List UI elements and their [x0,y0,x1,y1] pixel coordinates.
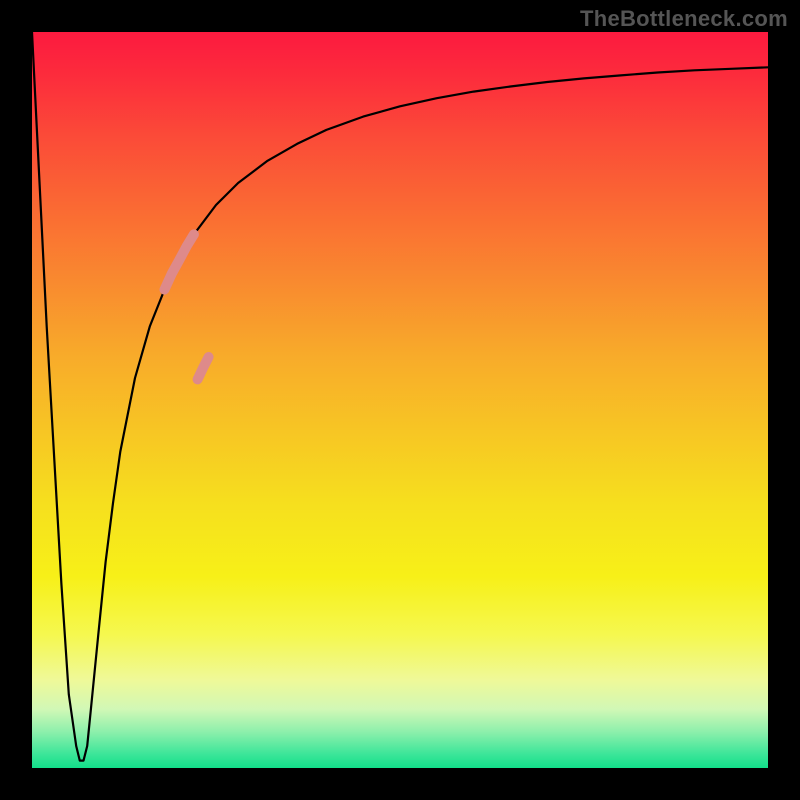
plot-gradient-background [32,32,768,768]
plot-frame [32,32,768,768]
watermark-text: TheBottleneck.com [580,6,788,32]
chart-container: TheBottleneck.com [0,0,800,800]
